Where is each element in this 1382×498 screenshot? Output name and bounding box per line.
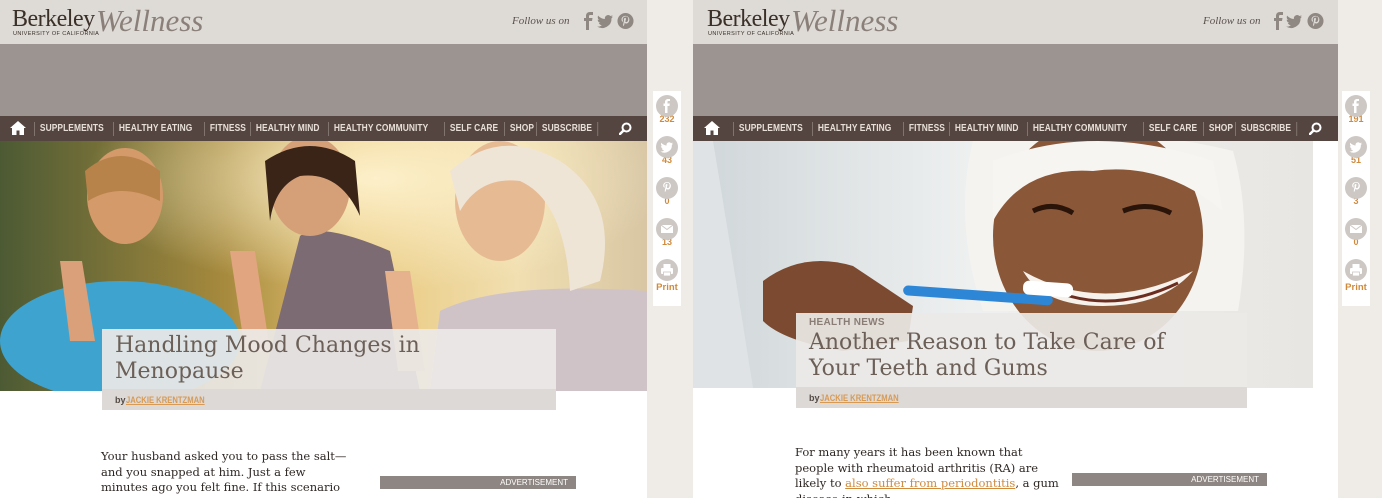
share-twitter[interactable]: 51	[1342, 136, 1370, 166]
logo-brand: Berkeley	[707, 6, 790, 32]
left-share-bar: 232 43 0 13 Print	[653, 91, 681, 306]
search-icon[interactable]	[619, 122, 632, 135]
logo-product: Wellness	[791, 3, 899, 38]
share-twitter[interactable]: 43	[653, 136, 681, 166]
byline-prefix: by	[115, 395, 126, 405]
email-icon	[1345, 218, 1367, 240]
nav-item-healthy-mind[interactable]: HEALTHY MIND	[249, 121, 325, 136]
author-link[interactable]: JACKIE KRENTZMAN	[820, 393, 899, 403]
article-body: Your husband asked you to pass the salt—…	[101, 449, 347, 498]
byline: by JACKIE KRENTZMAN	[796, 387, 1247, 408]
nav-item-healthy-eating[interactable]: HEALTHY EATING	[812, 121, 896, 136]
article-body: For many years it has been known that pe…	[795, 445, 1065, 498]
left-page: Berkeley UNIVERSITY OF CALIFORNIA Wellne…	[0, 0, 647, 498]
article-title: Another Reason to Take Care of Your Teet…	[809, 330, 1165, 381]
nav-item-shop[interactable]: SHOP	[1203, 121, 1238, 136]
pinterest-icon	[656, 177, 678, 199]
main-nav: SUPPLEMENTS HEALTHY EATING FITNESS HEALT…	[693, 116, 1338, 141]
facebook-icon[interactable]	[1271, 12, 1287, 30]
print-icon	[656, 259, 678, 281]
share-pinterest[interactable]: 3	[1342, 177, 1370, 207]
follow-label: Follow us on	[512, 15, 570, 27]
twitter-icon	[1345, 136, 1367, 158]
print-label: Print	[1345, 282, 1367, 293]
share-email[interactable]: 13	[653, 218, 681, 248]
share-pinterest[interactable]: 0	[653, 177, 681, 207]
share-facebook[interactable]: 232	[653, 95, 681, 125]
nav-item-fitness[interactable]: FITNESS	[902, 121, 950, 136]
twitter-icon[interactable]	[1286, 12, 1303, 30]
nav-item-supplements[interactable]: SUPPLEMENTS	[733, 121, 808, 136]
nav-item-healthy-mind[interactable]: HEALTHY MIND	[948, 121, 1024, 136]
nav-item-self-care[interactable]: SELF CARE	[1142, 121, 1202, 136]
article-title: Handling Mood Changes in Menopause	[115, 333, 420, 384]
pinterest-icon[interactable]	[1307, 12, 1324, 30]
email-icon	[656, 218, 678, 240]
advertisement-label: ADVERTISEMENT	[1072, 473, 1267, 486]
logo-subbrand: UNIVERSITY OF CALIFORNIA	[13, 31, 100, 37]
search-icon[interactable]	[1309, 122, 1322, 135]
byline: by JACKIE KRENTZMAN	[102, 389, 556, 410]
home-icon[interactable]	[704, 121, 720, 135]
nav-item-shop[interactable]: SHOP	[504, 121, 539, 136]
twitter-icon[interactable]	[597, 12, 614, 30]
home-icon[interactable]	[10, 121, 26, 135]
article-title-box: Handling Mood Changes in Menopause	[102, 329, 556, 389]
facebook-icon[interactable]	[581, 12, 597, 30]
facebook-icon	[1345, 95, 1367, 117]
ad-banner[interactable]	[0, 44, 647, 116]
nav-item-healthy-community[interactable]: HEALTHY COMMUNITY	[1027, 121, 1132, 136]
byline-prefix: by	[809, 393, 820, 403]
ad-banner[interactable]	[693, 44, 1338, 116]
pinterest-icon[interactable]	[617, 12, 634, 30]
share-print[interactable]: Print	[1342, 259, 1370, 294]
article-kicker: HEALTH NEWS	[809, 317, 885, 328]
site-header: Berkeley UNIVERSITY OF CALIFORNIA Wellne…	[0, 0, 647, 44]
advertisement-label: ADVERTISEMENT	[380, 476, 576, 489]
nav-item-healthy-eating[interactable]: HEALTHY EATING	[113, 121, 197, 136]
follow-label: Follow us on	[1203, 15, 1261, 27]
author-link[interactable]: JACKIE KRENTZMAN	[126, 395, 205, 405]
nav-item-fitness[interactable]: FITNESS	[203, 121, 251, 136]
nav-item-self-care[interactable]: SELF CARE	[443, 121, 503, 136]
facebook-icon	[656, 95, 678, 117]
nav-item-supplements[interactable]: SUPPLEMENTS	[34, 121, 109, 136]
periodontitis-link[interactable]: also suffer from periodontitis	[845, 476, 1015, 490]
nav-item-subscribe[interactable]: SUBSCRIBE	[1235, 121, 1298, 136]
share-print[interactable]: Print	[653, 259, 681, 294]
logo-product: Wellness	[96, 3, 204, 38]
logo-subbrand: UNIVERSITY OF CALIFORNIA	[708, 31, 795, 37]
print-icon	[1345, 259, 1367, 281]
right-share-bar: 191 51 3 0 Print	[1342, 91, 1370, 306]
article-title-box: HEALTH NEWS Another Reason to Take Care …	[796, 313, 1247, 387]
right-page: Berkeley UNIVERSITY OF CALIFORNIA Wellne…	[693, 0, 1338, 498]
pinterest-icon	[1345, 177, 1367, 199]
share-email[interactable]: 0	[1342, 218, 1370, 248]
logo-brand: Berkeley	[12, 6, 95, 32]
twitter-icon	[656, 136, 678, 158]
print-label: Print	[656, 282, 678, 293]
nav-item-healthy-community[interactable]: HEALTHY COMMUNITY	[328, 121, 433, 136]
nav-item-subscribe[interactable]: SUBSCRIBE	[536, 121, 599, 136]
share-facebook[interactable]: 191	[1342, 95, 1370, 125]
main-nav: SUPPLEMENTS HEALTHY EATING FITNESS HEALT…	[0, 116, 647, 141]
site-header: Berkeley UNIVERSITY OF CALIFORNIA Wellne…	[693, 0, 1338, 44]
